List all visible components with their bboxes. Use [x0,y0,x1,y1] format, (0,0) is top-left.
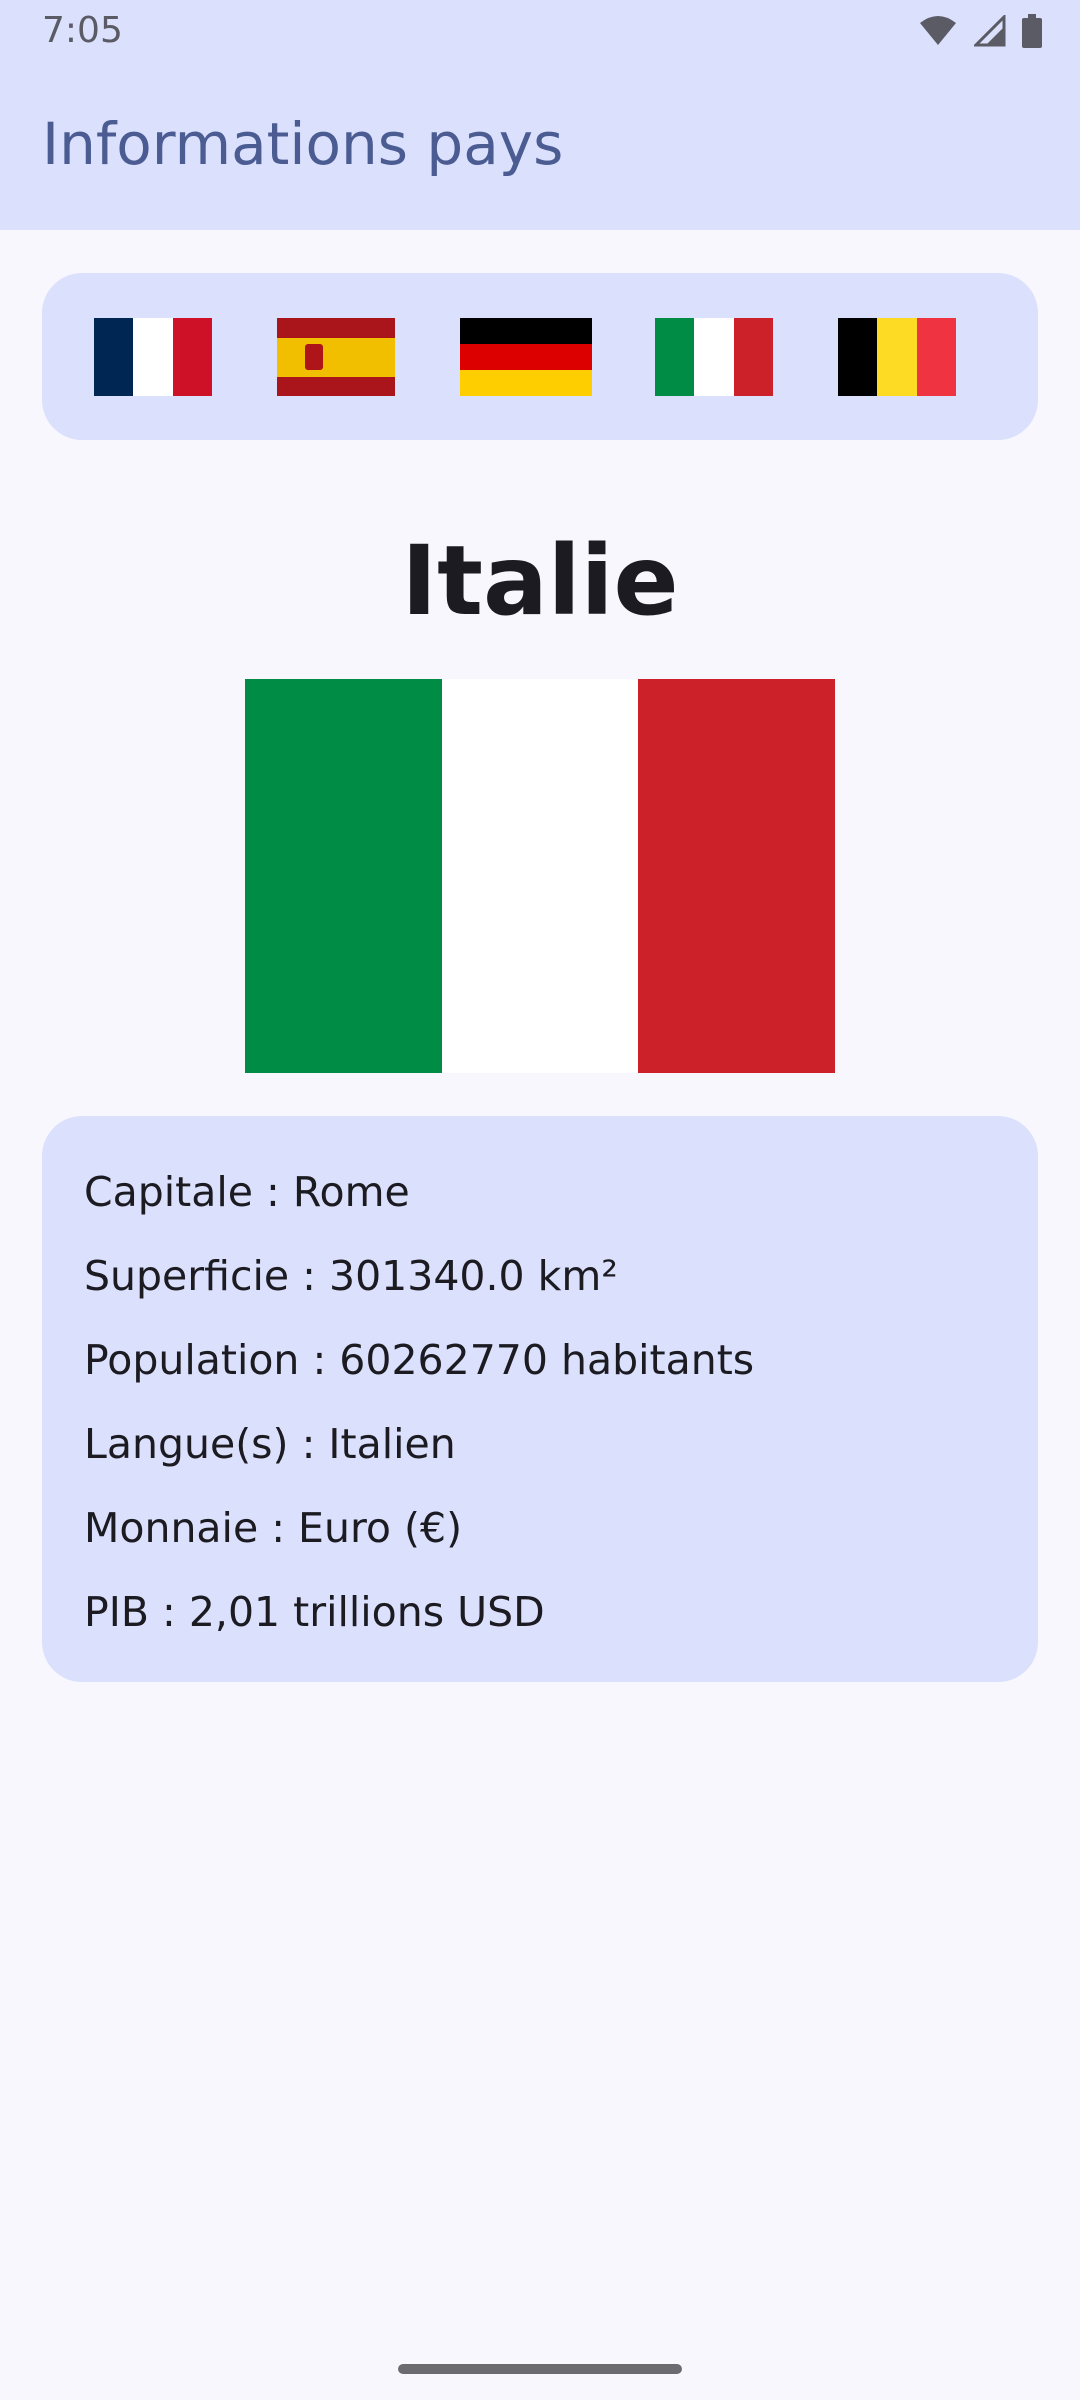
country-flag-image [245,679,836,1073]
population-text: Population : 60262770 habitants [84,1336,755,1384]
coat-of-arms-icon [305,343,323,370]
spain-flag-icon[interactable] [277,318,395,396]
capital-text: Capitale : Rome [84,1168,410,1216]
currency-text: Monnaie : Euro (€) [84,1504,463,1552]
france-flag-icon[interactable] [94,318,212,396]
gdp-text: PIB : 2,01 trillions USD [84,1588,545,1636]
belgium-flag-icon[interactable] [838,318,956,396]
wifi-icon [920,16,956,45]
germany-flag-icon[interactable] [460,318,592,396]
status-time: 7:05 [42,10,123,51]
battery-icon [1022,14,1042,48]
top-app-bar: 7:05 Informations pays [0,0,1080,230]
area-text: Superficie : 301340.0 km² [84,1252,618,1300]
italy-flag-icon[interactable] [655,318,773,396]
country-name: Italie [401,525,679,637]
status-icons [918,14,1042,48]
flag-selector [42,273,1038,440]
home-indicator[interactable] [398,2364,682,2374]
languages-text: Langue(s) : Italien [84,1420,456,1468]
app-title: Informations pays [42,110,564,178]
signal-icon [974,15,1006,47]
country-info-card: Capitale : Rome Superficie : 301340.0 km… [42,1116,1038,1682]
